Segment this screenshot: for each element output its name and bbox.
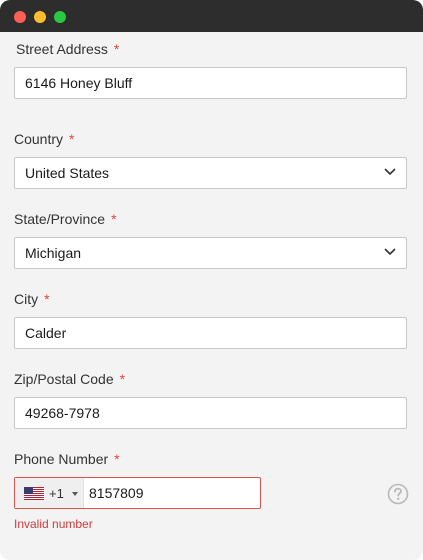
country-value: United States [25, 165, 110, 181]
us-flag-icon [24, 487, 44, 500]
minimize-window-button[interactable] [34, 11, 46, 23]
zip-label: Zip/Postal Code * [14, 371, 125, 387]
phone-label-text: Phone Number [14, 451, 109, 467]
caret-down-icon [72, 492, 78, 496]
chevron-down-icon [384, 248, 396, 256]
state-label-text: State/Province [14, 211, 106, 227]
state-label: State/Province * [14, 211, 117, 227]
phone-label: Phone Number * [14, 451, 120, 467]
zip-value: 49268-7978 [25, 405, 100, 421]
phone-input-group: +1 8157809 [14, 477, 261, 509]
street-address-value: 6146 Honey Bluff [25, 75, 133, 91]
phone-country-selector[interactable]: +1 [15, 478, 84, 508]
required-mark: * [111, 211, 117, 227]
street-address-input[interactable]: 6146 Honey Bluff [14, 67, 407, 99]
close-window-button[interactable] [14, 11, 26, 23]
city-label-text: City [14, 291, 39, 307]
required-mark: * [113, 41, 120, 57]
phone-error-message: Invalid number [14, 517, 93, 531]
zoom-window-button[interactable] [54, 11, 66, 23]
required-mark: * [44, 291, 50, 307]
city-label: City * [14, 291, 50, 307]
title-bar [0, 0, 423, 32]
required-mark: * [69, 131, 75, 147]
country-label-text: Country [14, 131, 64, 147]
chevron-down-icon [384, 168, 396, 176]
required-mark: * [114, 451, 120, 467]
phone-dial-code: +1 [49, 486, 64, 501]
country-select[interactable]: United States [14, 157, 407, 189]
phone-number-value[interactable]: 8157809 [89, 485, 144, 501]
app-window: Street Address * 6146 Honey Bluff Country… [0, 0, 423, 560]
country-label: Country * [14, 131, 74, 147]
required-mark: * [119, 371, 126, 387]
state-value: Michigan [25, 245, 82, 261]
state-select[interactable]: Michigan [14, 237, 407, 269]
street-address-label-text: Street Address [16, 41, 108, 57]
zip-label-text: Zip/Postal Code [14, 371, 114, 387]
city-input[interactable]: Calder [14, 317, 407, 349]
question-circle-icon[interactable] [387, 483, 409, 505]
city-value: Calder [25, 325, 67, 341]
zip-input[interactable]: 49268-7978 [14, 397, 407, 429]
street-address-label: Street Address * [16, 41, 119, 57]
